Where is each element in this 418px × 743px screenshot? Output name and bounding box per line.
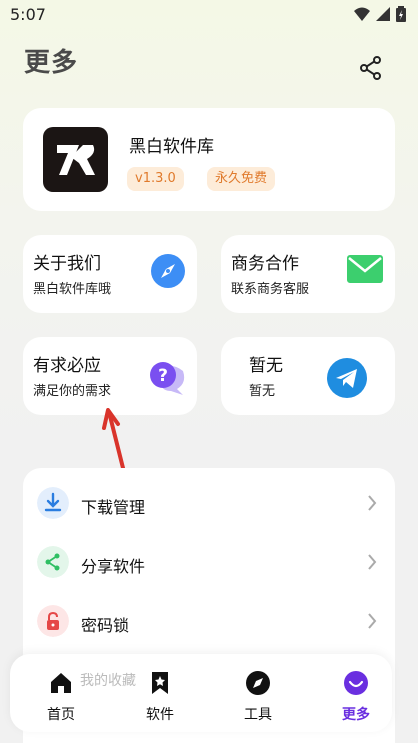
tile-subtitle: 黑白软件库哦 — [33, 282, 112, 297]
tab-more[interactable]: 更多 — [308, 654, 404, 732]
download-icon — [37, 487, 69, 519]
tab-label: 更多 — [342, 707, 370, 723]
list-item-label: 密码锁 — [81, 616, 130, 635]
wifi-icon — [354, 7, 370, 21]
tile-request[interactable]: 有求必应 满足你的需求 ? — [23, 337, 197, 415]
bottom-tab-bar: 我的收藏 首页 软件 工具 更多 — [10, 654, 392, 732]
bookmark-icon — [152, 672, 168, 694]
tile-subtitle: 满足你的需求 — [33, 384, 112, 399]
tab-label: 工具 — [244, 707, 272, 723]
svg-text:?: ? — [158, 366, 168, 386]
home-icon — [51, 673, 71, 693]
app-logo — [43, 127, 108, 192]
chevron-right-icon — [368, 554, 377, 570]
smile-icon — [344, 671, 368, 695]
tile-title: 暂无 — [249, 356, 283, 376]
tile-subtitle: 联系商务客服 — [231, 282, 310, 297]
logo-icon — [57, 145, 95, 175]
version-badge: v1.3.0 — [127, 167, 184, 191]
list-item-download-manager[interactable]: 下载管理 — [23, 472, 395, 530]
chevron-right-icon — [368, 613, 377, 629]
mail-icon — [347, 255, 383, 283]
tile-about-us[interactable]: 关于我们 黑白软件库哦 — [23, 235, 197, 313]
share-icon[interactable] — [358, 55, 384, 81]
tile-business[interactable]: 商务合作 联系商务客服 — [221, 235, 395, 313]
chevron-right-icon — [368, 495, 377, 511]
compass-icon — [151, 254, 185, 288]
page-title: 更多 — [24, 48, 79, 78]
tile-title: 有求必应 — [33, 356, 101, 376]
tab-home[interactable]: 首页 — [13, 654, 109, 732]
list-item-password-lock[interactable]: 密码锁 — [23, 590, 395, 648]
tab-label: 软件 — [146, 707, 174, 723]
status-icons — [354, 6, 406, 22]
tile-subtitle: 暂无 — [249, 384, 276, 399]
share-icon — [37, 546, 69, 578]
tile-title: 关于我们 — [33, 254, 101, 274]
app-name: 黑白软件库 — [129, 137, 214, 157]
tile-title: 商务合作 — [231, 254, 299, 274]
status-bar: 5:07 — [0, 0, 418, 30]
telegram-icon — [327, 358, 367, 398]
question-chat-icon: ? — [150, 362, 185, 395]
app-info-card: 黑白软件库 v1.3.0 永久免费 — [23, 108, 395, 211]
list-item-label: 下载管理 — [81, 498, 146, 517]
tab-tools[interactable]: 工具 — [210, 654, 306, 732]
tile-none[interactable]: 暂无 暂无 — [221, 337, 395, 415]
tab-software[interactable]: 软件 — [112, 654, 208, 732]
signal-icon — [376, 7, 390, 21]
list-item-share-software[interactable]: 分享软件 — [23, 531, 395, 589]
license-badge: 永久免费 — [207, 167, 276, 191]
tab-label: 首页 — [47, 707, 75, 723]
status-time: 5:07 — [10, 5, 46, 24]
lock-icon — [37, 605, 69, 637]
list-item-label: 分享软件 — [81, 557, 146, 576]
battery-icon — [396, 6, 406, 22]
compass-icon — [246, 671, 270, 695]
